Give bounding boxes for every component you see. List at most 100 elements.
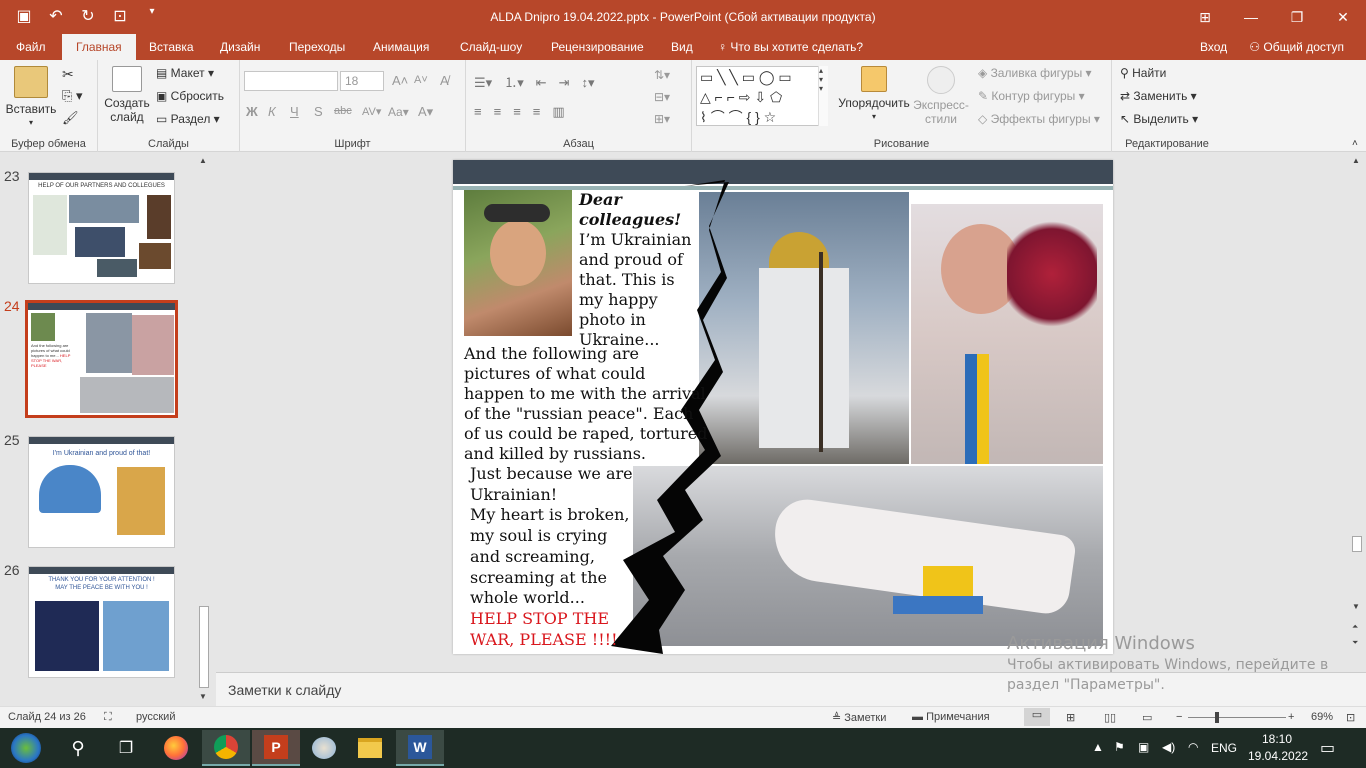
char-spacing-button[interactable]: AV▾: [362, 105, 381, 118]
wifi-icon[interactable]: ◠: [1188, 740, 1198, 754]
search-icon[interactable]: ⚲: [54, 730, 102, 766]
slide-body-text-2[interactable]: Just because we are Ukrainian! My heart …: [470, 464, 633, 609]
slide-thumbnail-25[interactable]: I'm Ukrainian and proud of that!: [28, 436, 175, 548]
notification-badge-icon[interactable]: ⚑: [1114, 740, 1125, 754]
font-color-button[interactable]: A▾: [418, 104, 433, 120]
thumbnails-scrollbar[interactable]: ▲ ▼: [196, 152, 212, 706]
shape-outline-button[interactable]: ✎ Контур фигуры ▾: [978, 89, 1085, 103]
shapes-gallery-scroll[interactable]: ▴ ▾ ▾: [818, 66, 828, 126]
firefox-icon[interactable]: [152, 730, 200, 766]
clock-date[interactable]: 19.04.2022: [1248, 749, 1308, 763]
restore-icon[interactable]: ❐: [1274, 0, 1320, 34]
strikethrough-button[interactable]: abc: [334, 105, 352, 117]
shape-fill-button[interactable]: ◈ Заливка фигуры ▾: [978, 66, 1092, 80]
tab-review[interactable]: Рецензирование: [549, 34, 646, 60]
word-icon[interactable]: W: [396, 730, 444, 766]
close-icon[interactable]: ✕: [1320, 0, 1366, 34]
tab-design[interactable]: Дизайн: [218, 34, 262, 60]
tray-overflow-icon[interactable]: ▲: [1092, 740, 1104, 754]
bullets-icon[interactable]: ☰▾ ⒈▾ ⇤ ⇥ ↕▾: [474, 72, 607, 91]
arrange-button[interactable]: Упорядочить ▾: [836, 66, 912, 124]
find-button[interactable]: ⚲ Найти: [1120, 66, 1166, 80]
slide-body-text[interactable]: And the following are pictures of what c…: [464, 344, 708, 464]
tab-slideshow[interactable]: Слайд-шоу: [458, 34, 524, 60]
tab-home[interactable]: Главная: [62, 34, 136, 60]
layout-button[interactable]: ▤ Макет ▾: [156, 66, 214, 80]
notes-toggle[interactable]: ≜ Заметки: [832, 711, 886, 724]
new-slide-button[interactable]: Создать слайд: [102, 66, 152, 124]
normal-view-icon[interactable]: ▭: [1024, 708, 1050, 726]
italic-button[interactable]: К: [268, 104, 276, 119]
scroll-thumb[interactable]: [199, 606, 209, 688]
shadow-button[interactable]: S: [314, 104, 323, 119]
scroll-up-icon[interactable]: ▲: [199, 156, 207, 165]
zoom-out-icon[interactable]: −: [1176, 711, 1182, 723]
slide-appeal-text[interactable]: HELP STOP THE WAR, PLEASE !!!!: [470, 609, 618, 650]
underline-button[interactable]: Ч: [290, 104, 299, 119]
slide-thumbnail-23[interactable]: HELP OF OUR PARTNERS AND COLLEGUES: [28, 172, 175, 284]
replace-button[interactable]: ⇄ Заменить ▾: [1120, 89, 1197, 103]
format-painter-icon[interactable]: 🖌: [62, 110, 79, 126]
select-button[interactable]: ↖ Выделить ▾: [1120, 112, 1198, 126]
sign-in-link[interactable]: Вход: [1198, 34, 1229, 60]
next-slide-icon[interactable]: ⏷: [1352, 638, 1358, 648]
tab-transitions[interactable]: Переходы: [287, 34, 347, 60]
reading-view-icon[interactable]: ▯▯: [1104, 711, 1116, 724]
ribbon-display-icon[interactable]: ⊞: [1182, 0, 1228, 34]
volume-icon[interactable]: ◀): [1162, 740, 1175, 754]
scroll-up-icon[interactable]: ▲: [1352, 156, 1360, 165]
align-text-icon[interactable]: ⊟▾: [654, 90, 670, 104]
prev-slide-icon[interactable]: ⏶: [1352, 622, 1358, 632]
section-button[interactable]: ▭ Раздел ▾: [156, 112, 220, 126]
font-name-box[interactable]: [244, 71, 338, 91]
cut-icon[interactable]: ✂: [62, 66, 74, 83]
reset-button[interactable]: ▣ Сбросить: [156, 89, 224, 103]
smartart-icon[interactable]: ⊞▾: [654, 112, 670, 126]
tab-insert[interactable]: Вставка: [147, 34, 196, 60]
clear-format-icon[interactable]: A̸: [440, 73, 449, 88]
action-center-icon[interactable]: ▭: [1320, 738, 1335, 758]
zoom-level[interactable]: 69%: [1311, 711, 1333, 723]
scroll-down-icon[interactable]: ▼: [199, 692, 207, 701]
slide-greeting[interactable]: Dear colleagues!: [579, 190, 681, 230]
quick-styles-button[interactable]: Экспресс- стили: [912, 66, 970, 126]
spellcheck-icon[interactable]: ⛶: [104, 711, 112, 724]
font-size-box[interactable]: 18: [340, 71, 384, 91]
powerpoint-taskbar-icon[interactable]: P: [252, 730, 300, 766]
change-case-button[interactable]: Aa▾: [388, 105, 409, 119]
slide-thumbnail-26[interactable]: THANK YOU FOR YOUR ATTENTION ! MAY THE P…: [28, 566, 175, 678]
shrink-font-icon[interactable]: A˅: [414, 74, 428, 86]
current-slide[interactable]: Dear colleagues! I’m Ukrainian and proud…: [453, 160, 1113, 654]
slide-sorter-icon[interactable]: ⊞: [1066, 711, 1075, 724]
slideshow-icon[interactable]: ▭: [1142, 711, 1152, 724]
scroll-down-icon[interactable]: ▼: [1352, 602, 1360, 611]
tab-view[interactable]: Вид: [669, 34, 695, 60]
text-direction-icon[interactable]: ⇅▾: [654, 68, 670, 82]
file-explorer-icon[interactable]: [346, 730, 394, 766]
network-adapter-icon[interactable]: ▣: [1138, 740, 1149, 754]
shapes-gallery[interactable]: ▭ ╲ ╲ ▭ ◯ ▭ △ ⌐ ⌐ ⇨ ⇩ ⬠ ⌇ ⌒ ⌒ { } ☆: [696, 66, 826, 126]
copy-icon[interactable]: ⎘ ▾: [62, 88, 83, 104]
share-button[interactable]: ⚇ Общий доступ: [1243, 37, 1350, 57]
chrome-icon[interactable]: [202, 730, 250, 766]
language-indicator[interactable]: ENG: [1211, 741, 1237, 755]
zoom-slider-thumb[interactable]: [1215, 712, 1219, 723]
grow-font-icon[interactable]: A˄: [392, 73, 408, 88]
collapse-ribbon-icon[interactable]: ˄: [1352, 138, 1358, 149]
notes-pane[interactable]: Заметки к слайду: [216, 672, 1366, 706]
clock-time[interactable]: 18:10: [1262, 732, 1292, 746]
shape-effects-button[interactable]: ◇ Эффекты фигуры ▾: [978, 112, 1100, 126]
slide-scrollbar[interactable]: ▲ ▼ ⏶ ⏷: [1349, 152, 1365, 706]
zoom-slider[interactable]: [1188, 717, 1286, 718]
scroll-thumb[interactable]: [1352, 536, 1362, 552]
slide-thumbnail-24[interactable]: And the following are pictures of what c…: [25, 300, 178, 418]
comments-toggle[interactable]: ▬ Примечания: [912, 711, 990, 723]
tell-me-box[interactable]: ♀ Что вы хотите сделать?: [718, 40, 863, 54]
task-view-icon[interactable]: ❐: [102, 730, 150, 766]
start-button[interactable]: [2, 730, 50, 766]
paste-button[interactable]: Вставить ▾: [4, 66, 58, 130]
paint-icon[interactable]: [300, 730, 348, 766]
bold-button[interactable]: Ж: [246, 104, 258, 119]
tab-file[interactable]: Файл: [14, 34, 48, 60]
align-icons[interactable]: ≡ ≡ ≡ ≡ ▥: [474, 104, 577, 120]
